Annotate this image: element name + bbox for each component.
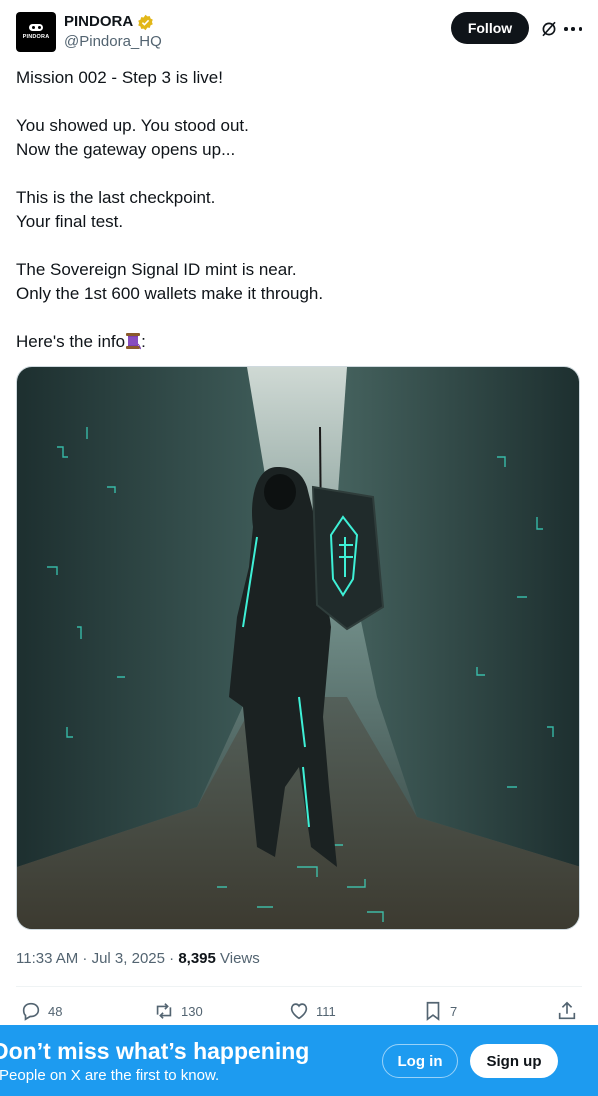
avatar[interactable]: PINDORA — [16, 12, 56, 52]
tweet-image[interactable] — [16, 366, 580, 930]
grok-icon[interactable] — [540, 20, 558, 38]
divider — [16, 986, 582, 987]
repost-count: 130 — [181, 1003, 203, 1019]
tweet-line: Mission 002 - Step 3 is live! — [16, 68, 223, 87]
author-handle[interactable]: @Pindora_HQ — [64, 32, 162, 52]
share-icon — [558, 1001, 576, 1020]
signup-button[interactable]: Sign up — [470, 1044, 558, 1078]
display-name-row[interactable]: PINDORA — [64, 12, 162, 32]
login-button[interactable]: Log in — [382, 1044, 458, 1078]
banner-subtitle: People on X are the first to know. — [0, 1067, 220, 1084]
tweet-header: PINDORA PINDORA @Pindora_HQ Follow — [16, 12, 582, 52]
spool-emoji-icon — [126, 333, 142, 350]
timestamp[interactable]: 11:33 AM · Jul 3, 2025 · — [16, 950, 178, 967]
bookmark-button[interactable]: 7 — [422, 1000, 457, 1022]
tweet-line: Your final test. — [16, 212, 124, 231]
tweet-line: You showed up. You stood out. — [16, 116, 249, 135]
follow-button[interactable]: Follow — [451, 12, 529, 44]
reply-icon — [22, 1002, 40, 1021]
avatar-logo-icon — [29, 24, 43, 31]
more-icon[interactable] — [564, 20, 582, 38]
tweet-text: Mission 002 - Step 3 is live! You showed… — [16, 66, 576, 354]
action-bar: 48 130 111 7 — [20, 1000, 578, 1024]
tweet-line-info: Here's the info : — [16, 330, 576, 354]
like-button[interactable]: 111 — [288, 1000, 336, 1022]
banner-title: Don’t miss what’s happening — [0, 1038, 310, 1064]
avatar-brand-text: PINDORA — [22, 34, 50, 40]
repost-button[interactable]: 130 — [153, 1000, 203, 1022]
tweet-meta: 11:33 AM · Jul 3, 2025 · 8,395 Views — [16, 949, 260, 969]
info-suffix: : — [141, 332, 146, 351]
repost-icon — [156, 1003, 172, 1019]
signup-banner: Don’t miss what’s happening People on X … — [0, 1025, 598, 1096]
display-name[interactable]: PINDORA — [64, 12, 133, 32]
like-icon — [290, 1003, 308, 1020]
verified-badge-icon — [138, 14, 153, 30]
tweet-line: Only the 1st 600 wallets make it through… — [16, 284, 324, 303]
info-prefix: Here's the info — [16, 332, 126, 351]
reply-button[interactable]: 48 — [20, 1000, 62, 1022]
views-count: 8,395 — [178, 950, 216, 967]
bookmark-count: 7 — [450, 1003, 458, 1019]
author-names: PINDORA @Pindora_HQ — [64, 12, 162, 52]
views-label: Views — [215, 950, 260, 967]
like-count: 111 — [316, 1003, 336, 1019]
tweet-line: This is the last checkpoint. — [16, 188, 216, 207]
canyon-hacker-illustration — [17, 367, 579, 929]
tweet-line: Now the gateway opens up... — [16, 140, 236, 159]
tweet-line: The Sovereign Signal ID mint is near. — [16, 260, 297, 279]
reply-count: 48 — [48, 1003, 63, 1019]
share-button[interactable] — [556, 1000, 578, 1022]
bookmark-icon — [426, 1001, 440, 1021]
